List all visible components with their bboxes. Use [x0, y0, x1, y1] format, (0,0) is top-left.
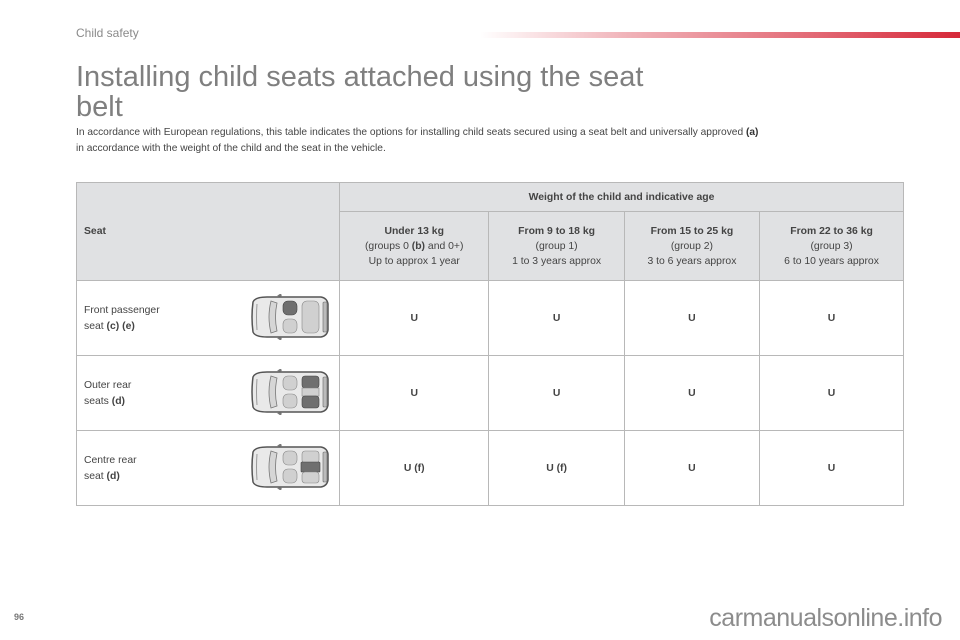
compat-cell: U (f) — [488, 430, 625, 506]
compat-cell: U — [759, 355, 904, 431]
seat-label: Front passenger seat (c) (e) — [84, 305, 160, 332]
intro-text: In accordance with European regulations,… — [76, 125, 916, 157]
weight-column-header: From 9 to 18 kg (group 1) 1 to 3 years app… — [488, 211, 625, 281]
table-row: Centre rear seat (d) U (f) U (f) U U — [76, 430, 904, 506]
seat-column-header: Seat — [76, 182, 340, 281]
weight-header: Weight of the child and indicative age — [339, 182, 904, 212]
weight-column-header: From 22 to 36 kg (group 3) 6 to 10 years a… — [759, 211, 904, 281]
compat-cell: U — [623, 355, 761, 431]
compat-cell: U — [623, 280, 761, 356]
compat-cell: U (f) — [338, 430, 490, 506]
page-number: 96 — [14, 612, 25, 622]
compat-cell: U — [488, 355, 625, 431]
compat-cell: U — [623, 430, 761, 506]
car-front-passenger-icon — [247, 294, 331, 340]
car-outer-rear-icon — [247, 369, 331, 415]
seat-cell: Centre rear seat (d) — [76, 430, 340, 506]
seat-cell: Front passenger seat (c) (e) — [76, 280, 340, 356]
page-title: Installing child seats attached using th… — [76, 61, 644, 123]
weight-column-header: From 15 to 25 kg (group 2) 3 to 6 years ap… — [623, 211, 761, 281]
ref-a: (a) — [745, 127, 759, 138]
table-row: Outer rear seats (d) U U U U — [76, 355, 904, 431]
table-row: Front passenger seat (c) (e) U U U U — [76, 280, 904, 356]
seat-label: Outer rear seats (d) — [84, 380, 132, 407]
intro-line-1: In accordance with European regulations,… — [76, 127, 746, 138]
weight-column-header: Under 13 kg (groups 0 (b) and 0+) Up to ap… — [338, 211, 490, 281]
compat-cell: U — [488, 280, 625, 356]
compat-cell: U — [338, 280, 490, 356]
compat-cell: U — [759, 280, 904, 356]
intro-line-2: in accordance with the weight of the chi… — [76, 143, 386, 154]
section-accent-bar — [480, 32, 960, 38]
car-centre-rear-icon — [247, 444, 331, 490]
seat-label: Centre rear seat (d) — [84, 455, 137, 482]
child-seat-table: Seat Weight of the child and indicative … — [76, 182, 904, 506]
seat-cell: Outer rear seats (d) — [76, 355, 340, 431]
section-label: Child safety — [76, 26, 139, 40]
compat-cell: U — [759, 430, 904, 506]
compat-cell: U — [338, 355, 490, 431]
watermark: carmanualsonline.info — [709, 604, 942, 632]
